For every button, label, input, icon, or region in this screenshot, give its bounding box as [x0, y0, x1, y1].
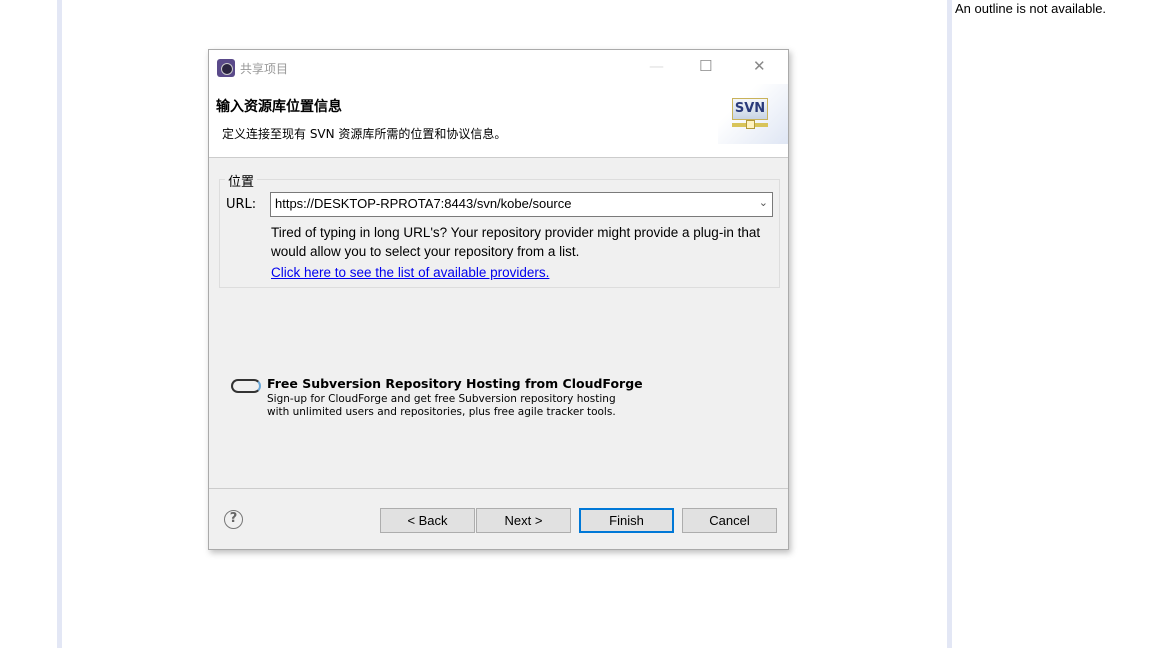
- page-title: 输入资源库位置信息: [216, 99, 342, 115]
- page-description: 定义连接至现有 SVN 资源库所需的位置和协议信息。: [222, 127, 507, 141]
- cancel-button[interactable]: Cancel: [682, 508, 777, 533]
- minimize-button[interactable]: —: [649, 57, 664, 75]
- share-project-dialog: 共享项目 — ☐ ✕ 输入资源库位置信息 定义连接至现有 SVN 资源库所需的位…: [208, 49, 789, 550]
- dialog-title: 共享项目: [240, 62, 289, 76]
- location-group-label: 位置: [225, 171, 258, 190]
- back-button[interactable]: < Back: [380, 508, 475, 533]
- editor-left-border: [57, 0, 62, 648]
- url-label: URL:: [226, 197, 257, 212]
- finish-button[interactable]: Finish: [579, 508, 674, 533]
- help-icon[interactable]: ?: [224, 510, 243, 529]
- url-tip: Tired of typing in long URL's? Your repo…: [271, 225, 761, 259]
- url-combobox[interactable]: https://DESKTOP-RPROTA7:8443/svn/kobe/so…: [270, 192, 773, 217]
- next-button[interactable]: Next >: [476, 508, 571, 533]
- maximize-button[interactable]: ☐: [699, 57, 712, 75]
- cloud-icon: [231, 379, 261, 393]
- providers-link[interactable]: Click here to see the list of available …: [271, 265, 549, 280]
- svn-logo-icon: SVN: [732, 98, 768, 120]
- location-group: 位置 URL: https://DESKTOP-RPROTA7:8443/svn…: [219, 171, 780, 288]
- close-button[interactable]: ✕: [753, 57, 766, 75]
- cloudforge-line2: with unlimited users and repositories, p…: [267, 406, 616, 418]
- svn-logo-node: [746, 120, 755, 129]
- title-bar: 共享项目 — ☐ ✕: [209, 50, 788, 84]
- outline-message: An outline is not available.: [955, 1, 1107, 16]
- button-separator: [209, 488, 788, 489]
- cloudforge-title[interactable]: Free Subversion Repository Hosting from …: [267, 376, 643, 391]
- wizard-header: 输入资源库位置信息 定义连接至现有 SVN 资源库所需的位置和协议信息。 SVN: [209, 84, 788, 158]
- cloudforge-line1: Sign-up for CloudForge and get free Subv…: [267, 393, 616, 405]
- eclipse-app-icon: [217, 59, 235, 77]
- cloudforge-description: Sign-up for CloudForge and get free Subv…: [267, 393, 616, 419]
- chevron-down-icon[interactable]: ⌄: [759, 196, 768, 209]
- outline-panel-border: [947, 0, 952, 648]
- url-value: https://DESKTOP-RPROTA7:8443/svn/kobe/so…: [275, 196, 572, 211]
